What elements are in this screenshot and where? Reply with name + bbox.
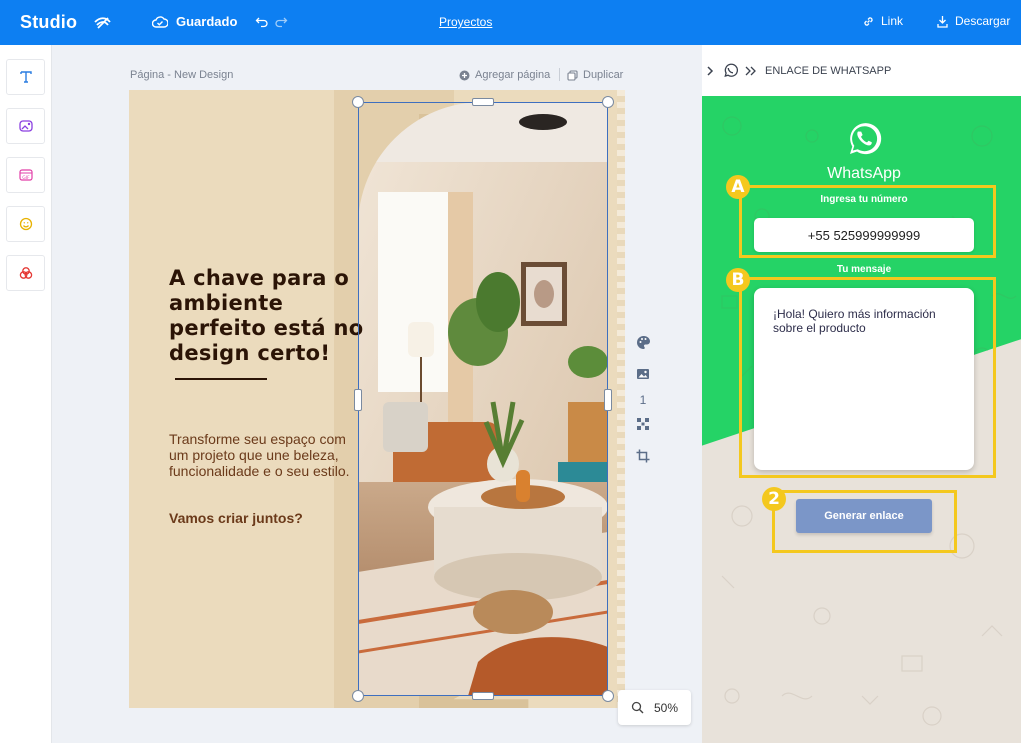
headline-underline: [175, 378, 267, 380]
design-headline[interactable]: A chave para o ambiente perfeito está no…: [169, 266, 369, 391]
whatsapp-form: WhatsApp Ingresa tu número +55 525999999…: [702, 96, 1021, 743]
plus-circle-icon: [459, 70, 470, 80]
design-cta-text[interactable]: Vamos criar juntos?: [169, 510, 303, 526]
marker-b: B: [726, 268, 750, 292]
projects-link[interactable]: Proyectos: [439, 15, 492, 29]
duplicate-label: Duplicar: [583, 69, 624, 81]
gif-tool-button[interactable]: GIF: [6, 157, 45, 193]
color-tool-icon: [19, 267, 32, 279]
background-image-button[interactable]: [633, 364, 653, 384]
text-tool-button[interactable]: [6, 59, 45, 95]
interior-photo[interactable]: [358, 102, 608, 696]
zoom-control[interactable]: 50%: [618, 690, 691, 725]
add-page-label: Agregar página: [475, 69, 551, 81]
highlight-box-number: [739, 185, 996, 258]
zoom-level: 50%: [653, 700, 679, 715]
collapse-panel-icon[interactable]: [705, 65, 715, 77]
design-headline-text: A chave para o ambiente perfeito está no…: [169, 266, 364, 365]
palette-button[interactable]: [633, 332, 653, 352]
duplicate-button[interactable]: Duplicar: [567, 69, 623, 81]
crop-button[interactable]: [633, 446, 653, 466]
brand-logo[interactable]: Studio: [20, 12, 77, 33]
image-tool-icon: [18, 120, 33, 132]
studio-icon: [94, 17, 111, 29]
emoji-tool-icon: [19, 217, 32, 231]
crop-icon: [636, 449, 650, 463]
save-status-label: Guardado: [176, 14, 238, 29]
image-icon: [637, 369, 649, 379]
color-tool-button[interactable]: [6, 255, 45, 291]
panel-header: ENLACE DE WHATSAPP: [702, 45, 1021, 96]
highlight-box-message: [739, 277, 996, 478]
page-number: 1: [639, 393, 647, 407]
cloud-check-icon: [152, 15, 168, 28]
highlight-box-button: [772, 490, 957, 553]
panel-title: ENLACE DE WHATSAPP: [765, 64, 892, 77]
design-page[interactable]: DESIGN: [129, 90, 625, 708]
search-icon: [631, 701, 644, 714]
gif-tool-icon: GIF: [18, 169, 33, 181]
undo-icon[interactable]: [255, 14, 269, 28]
add-page-button[interactable]: Agregar página: [459, 69, 550, 81]
save-status: Guardado: [152, 14, 237, 29]
divider: [559, 68, 560, 81]
marker-2: 2: [762, 487, 786, 511]
link-button-label: Link: [881, 14, 904, 28]
arrange-button[interactable]: [633, 414, 653, 434]
whatsapp-outline-icon: [724, 63, 738, 77]
page-title: Página - New Design: [130, 69, 234, 81]
message-label: Tu mensaje: [836, 264, 892, 275]
download-icon: [937, 15, 948, 28]
text-tool-icon: [19, 71, 32, 83]
design-body-text[interactable]: Transforme seu espaço com um projeto que…: [169, 431, 359, 479]
top-bar: Studio Guardado Proyectos Link Descargar: [0, 0, 1021, 45]
whatsapp-link-panel: ENLACE DE WHATSAPP WhatsApp Ingresa tu n…: [702, 45, 1021, 743]
link-button[interactable]: Link: [862, 14, 903, 28]
whatsapp-brand: WhatsApp: [827, 165, 901, 182]
marker-a: A: [726, 175, 750, 199]
emoji-tool-button[interactable]: [6, 206, 45, 242]
download-button-label: Descargar: [955, 14, 1011, 28]
link-icon: [864, 16, 873, 26]
tool-sidebar: GIF: [0, 45, 52, 743]
svg-text:GIF: GIF: [22, 175, 30, 181]
whatsapp-logo-icon: [850, 123, 882, 155]
palette-icon: [636, 335, 650, 349]
image-tool-button[interactable]: [6, 108, 45, 144]
download-button[interactable]: Descargar: [936, 14, 1010, 28]
double-chevron-icon: [745, 66, 756, 75]
living-room-image: [358, 102, 608, 696]
redo-icon[interactable]: [274, 14, 288, 28]
page-edge: [617, 90, 625, 708]
duplicate-icon: [567, 69, 578, 81]
grid-arrange-icon: [637, 418, 649, 430]
